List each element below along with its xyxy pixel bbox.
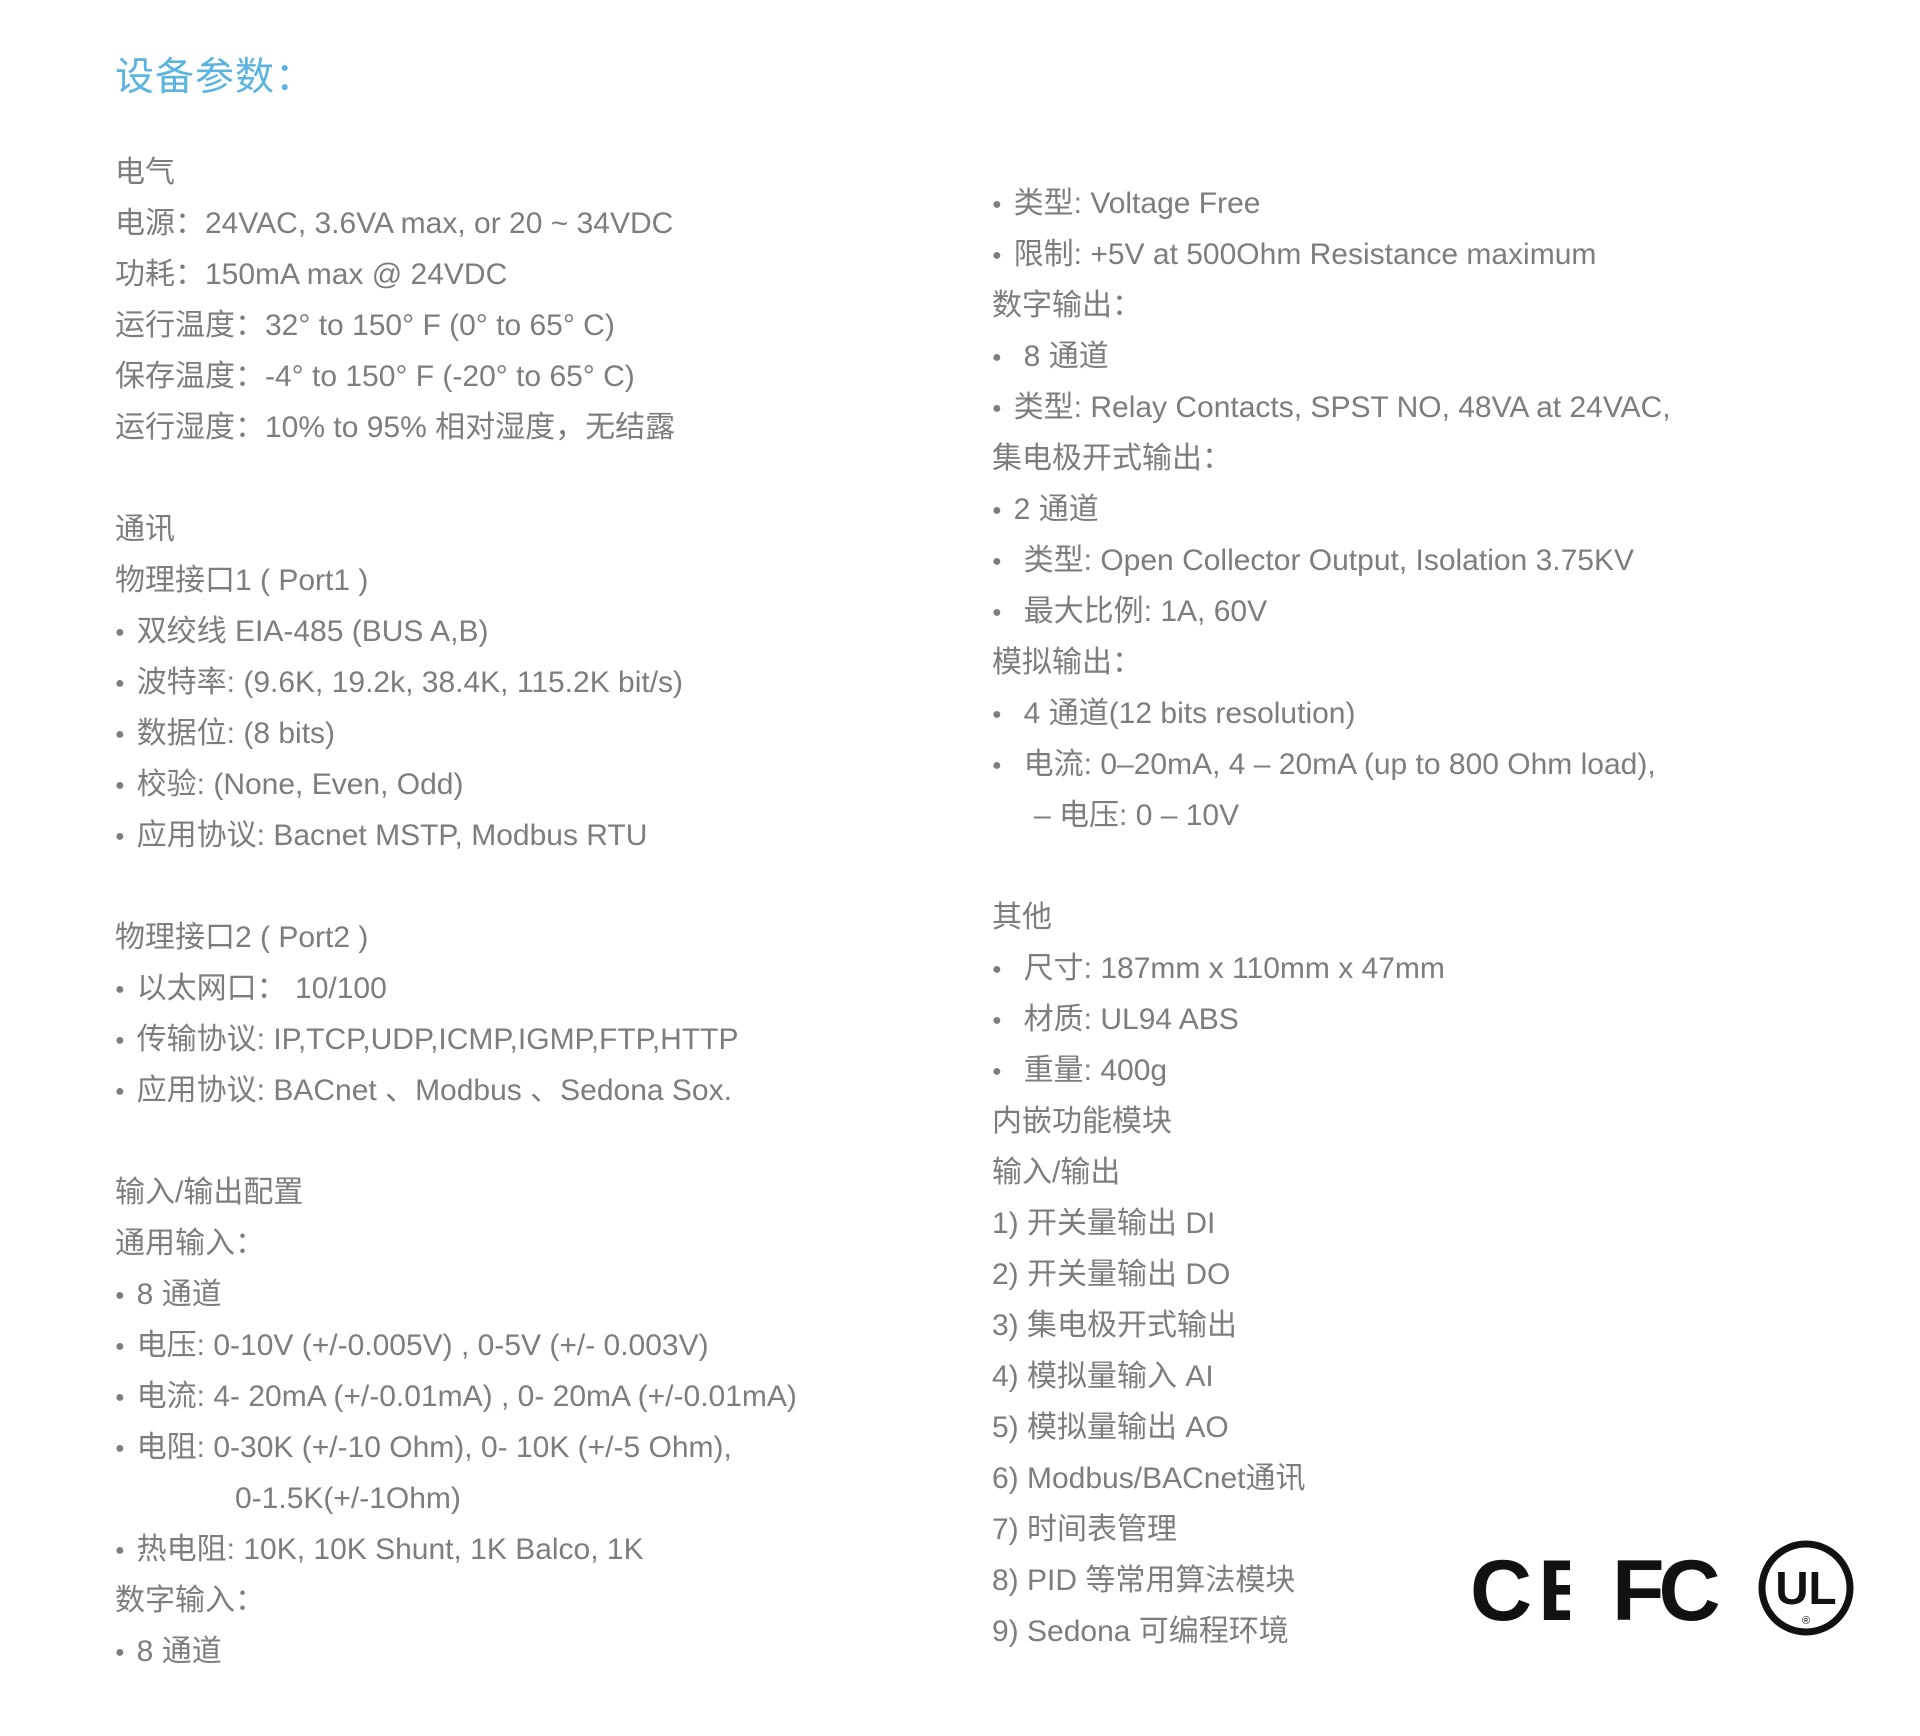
left-spec-column: 电气电源：24VAC, 3.6VA max, or 20 ~ 34VDC 功耗：1… [115, 147, 945, 1677]
section-spacer [115, 1116, 945, 1167]
spec-line: 5) 模拟量输出 AO [992, 1411, 1229, 1444]
spec-line: 输入/输出 [992, 1156, 1121, 1189]
spec-line: 数字输入： [115, 1584, 265, 1617]
fcc-mark-icon: FC [1612, 1548, 1722, 1632]
ul-mark-icon: UL ® [1758, 1540, 1854, 1636]
spec-bullet-item: 重量: 400g [992, 1045, 1892, 1096]
spec-line: 功耗：150mA max @ 24VDC [115, 258, 508, 291]
right-spec-column: 类型: Voltage Free限制: +5V at 500Ohm Resist… [992, 178, 1892, 1657]
svg-text:FC: FC [1612, 1548, 1719, 1632]
spec-bullet-item: 8 通道 [992, 331, 1892, 382]
spec-bullet-item: 类型: Voltage Free [992, 178, 1892, 229]
spec-bullet-item: 材质: UL94 ABS [992, 994, 1892, 1045]
spec-line: 运行湿度：10% to 95% 相对湿度，无结露 [115, 411, 676, 444]
spec-line: 输入/输出配置 [115, 1176, 304, 1209]
spec-line: 内嵌功能模块 [992, 1105, 1172, 1138]
page-title: 设备参数： [115, 56, 316, 99]
svg-text:UL: UL [1775, 1562, 1836, 1614]
spec-bullet-item: 以太网口： 10/100 [115, 963, 945, 1014]
spec-bullet-item: 电阻: 0-30K (+/-10 Ohm), 0- 10K (+/-5 Ohm)… [115, 1422, 945, 1473]
spec-line: 4) 模拟量输入 AI [992, 1360, 1214, 1393]
spec-line: 模拟输出： [992, 646, 1142, 679]
spec-bullet-item: 最大比例: 1A, 60V [992, 586, 1892, 637]
spec-line: – 电压: 0 – 10V [1034, 799, 1240, 832]
spec-line: 通讯 [115, 513, 175, 546]
spec-bullet-item: 尺寸: 187mm x 110mm x 47mm [992, 943, 1892, 994]
spec-line: 3) 集电极开式输出 [992, 1309, 1238, 1342]
spec-line: 集电极开式输出： [992, 442, 1232, 475]
spec-line: 通用输入： [115, 1227, 265, 1260]
spec-bullet-item: 限制: +5V at 500Ohm Resistance maximum [992, 229, 1892, 280]
spec-bullet-item: 应用协议: Bacnet MSTP, Modbus RTU [115, 810, 945, 861]
spec-bullet-item: 双绞线 EIA-485 (BUS A,B) [115, 606, 945, 657]
spec-bullet-item: 数据位: (8 bits) [115, 708, 945, 759]
ce-mark-icon: CE [1470, 1548, 1570, 1632]
spec-line: 物理接口1 ( Port1 ) [115, 564, 369, 597]
spec-bullet-item: 2 通道 [992, 484, 1892, 535]
spec-line: 2) 开关量输出 DO [992, 1258, 1231, 1291]
spec-bullet-item: 电流: 4- 20mA (+/-0.01mA) , 0- 20mA (+/-0.… [115, 1371, 945, 1422]
spec-bullet-item: 电压: 0-10V (+/-0.005V) , 0-5V (+/- 0.003V… [115, 1320, 945, 1371]
spec-bullet-item: 波特率: (9.6K, 19.2k, 38.4K, 115.2K bit/s) [115, 657, 945, 708]
spec-bullet-item: 8 通道 [115, 1626, 945, 1677]
spec-bullet-item: 电流: 0–20mA, 4 – 20mA (up to 800 Ohm load… [992, 739, 1892, 790]
spec-bullet-item: 类型: Relay Contacts, SPST NO, 48VA at 24V… [992, 382, 1892, 433]
spec-line: 其他 [992, 901, 1052, 934]
spec-line: 电气 [115, 156, 175, 189]
spec-line: 电源：24VAC, 3.6VA max, or 20 ~ 34VDC [115, 207, 674, 240]
section-spacer [115, 861, 945, 912]
spec-bullet-item: 传输协议: IP,TCP,UDP,ICMP,IGMP,FTP,HTTP [115, 1014, 945, 1065]
spec-line: 6) Modbus/BACnet通讯 [992, 1462, 1306, 1495]
svg-text:®: ® [1802, 1615, 1810, 1627]
spec-bullet-item: 校验: (None, Even, Odd) [115, 759, 945, 810]
svg-text:CE: CE [1470, 1548, 1570, 1632]
spec-line: 保存温度：-4° to 150° F (-20° to 65° C) [115, 360, 635, 393]
spec-bullet-item: 热电阻: 10K, 10K Shunt, 1K Balco, 1K [115, 1524, 945, 1575]
spec-line: 运行温度：32° to 150° F (0° to 65° C) [115, 309, 615, 342]
spec-line: 数字输出： [992, 289, 1142, 322]
spec-bullet-item: 8 通道 [115, 1269, 945, 1320]
spec-bullet-item: 4 通道(12 bits resolution) [992, 688, 1892, 739]
spec-line: 0-1.5K(+/-1Ohm) [235, 1482, 461, 1515]
spec-line: 1) 开关量输出 DI [992, 1207, 1216, 1240]
section-spacer [992, 841, 1892, 892]
spec-bullet-item: 类型: Open Collector Output, Isolation 3.7… [992, 535, 1892, 586]
spec-line: 物理接口2 ( Port2 ) [115, 921, 369, 954]
section-spacer [115, 453, 945, 504]
spec-bullet-item: 应用协议: BACnet 、Modbus 、Sedona Sox. [115, 1065, 945, 1116]
certification-marks: CE FC UL ® [1470, 1540, 1854, 1640]
